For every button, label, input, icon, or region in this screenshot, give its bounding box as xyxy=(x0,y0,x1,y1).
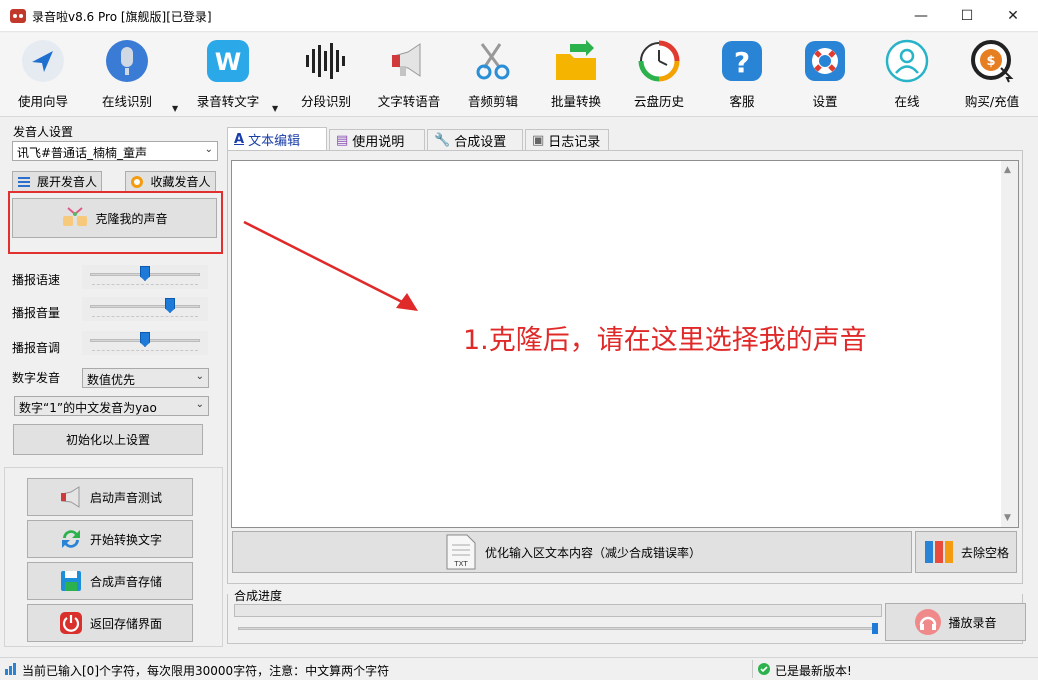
txt-document-icon: TXT xyxy=(446,534,476,570)
title-bar: 录音啦v8.6 Pro [旗舰版][已登录] — ☐ ✕ xyxy=(0,0,1038,32)
wrench-icon: 🔧 xyxy=(434,133,451,148)
character-count-status: 当前已输入[0]个字符，每次限用30000字符，注意：中文算两个字符 xyxy=(22,664,390,678)
digit-pronunciation-label: 数字发音 xyxy=(12,371,61,385)
toolbar-batch-convert-button[interactable]: 批量转换 xyxy=(546,37,606,115)
speaker-select[interactable]: 讯飞#普通话_楠楠_童声 ⌄ xyxy=(12,141,218,161)
return-storage-button[interactable]: 返回存储界面 xyxy=(27,604,193,642)
maximize-button[interactable]: ☐ xyxy=(944,0,990,32)
dollar-coin-icon: $ xyxy=(968,37,1016,85)
toolbar-audio-edit-button[interactable]: 音频剪辑 xyxy=(463,37,523,115)
toolbar-guide-button[interactable]: 使用向导 xyxy=(13,37,73,115)
megaphone-icon xyxy=(385,37,433,85)
chevron-down-icon: ⌄ xyxy=(195,399,204,410)
volume-label: 播报音量 xyxy=(12,306,61,320)
progress-label: 合成进度 xyxy=(234,587,286,604)
slider-thumb[interactable] xyxy=(872,623,878,634)
volume-slider[interactable] xyxy=(82,297,208,321)
binders-icon xyxy=(924,541,953,563)
chevron-down-icon[interactable]: ▼ xyxy=(172,104,178,113)
svg-text:?: ? xyxy=(734,46,750,79)
start-voice-test-button[interactable]: 启动声音测试 xyxy=(27,478,193,516)
annotation-arrow-icon xyxy=(243,220,418,311)
toolbar-cloud-history-button[interactable]: 云盘历史 xyxy=(629,37,689,115)
w-app-icon: W xyxy=(204,37,252,85)
toolbar-recording-to-text-button[interactable]: W 录音转文字 xyxy=(192,37,264,115)
slider-thumb[interactable] xyxy=(140,266,150,281)
start-convert-button[interactable]: 开始转换文字 xyxy=(27,520,193,558)
chevron-down-icon: ⌄ xyxy=(204,144,213,155)
save-audio-button[interactable]: 合成声音存储 xyxy=(27,562,193,600)
headphones-icon xyxy=(915,609,942,635)
favorite-icon xyxy=(131,175,144,188)
scroll-up-icon[interactable]: ▲ xyxy=(1004,165,1011,175)
tab-log[interactable]: ▣ 日志记录 xyxy=(525,129,609,151)
one-pronunciation-select[interactable]: 数字“1”的中文发音为yao ⌄ xyxy=(14,396,209,416)
minimize-button[interactable]: — xyxy=(898,0,944,32)
slider-thumb[interactable] xyxy=(140,332,150,347)
vertical-scrollbar[interactable]: ▲ ▼ xyxy=(1001,161,1018,527)
microphone-icon xyxy=(103,37,151,85)
chevron-down-icon[interactable]: ▼ xyxy=(272,104,278,113)
optimize-text-button[interactable]: TXT 优化输入区文本内容（减少合成错误率） xyxy=(232,531,912,573)
slider-thumb[interactable] xyxy=(165,298,175,313)
svg-text:$: $ xyxy=(986,54,995,69)
scroll-down-icon[interactable]: ▼ xyxy=(1004,513,1011,523)
svg-text:TXT: TXT xyxy=(453,560,468,568)
playback-seek-slider[interactable] xyxy=(234,622,882,638)
toolbar-online-button[interactable]: 在线 xyxy=(877,37,937,115)
cloud-check-icon xyxy=(758,663,770,675)
reset-settings-button[interactable]: 初始化以上设置 xyxy=(13,424,203,455)
speed-label: 播报语速 xyxy=(12,273,61,287)
window-title: 录音啦v8.6 Pro [旗舰版][已登录] xyxy=(32,10,212,24)
megaphone-icon xyxy=(60,486,80,508)
tab-text-edit[interactable]: A 文本编辑 xyxy=(227,127,327,151)
text-a-icon: A xyxy=(234,132,245,147)
close-button[interactable]: ✕ xyxy=(990,0,1036,32)
refresh-icon xyxy=(61,530,80,548)
remove-spaces-button[interactable]: 去除空格 xyxy=(915,531,1017,573)
pitch-slider[interactable] xyxy=(82,331,208,355)
speed-slider[interactable] xyxy=(82,265,208,289)
document-icon: ▤ xyxy=(336,133,349,148)
lifebuoy-icon xyxy=(801,37,849,85)
version-status: 已是最新版本! xyxy=(775,664,852,678)
pitch-label: 播报音调 xyxy=(12,341,61,355)
toolbar-text-to-speech-button[interactable]: 文字转语音 xyxy=(373,37,445,115)
save-disk-icon xyxy=(60,571,81,591)
svg-text:W: W xyxy=(215,48,241,76)
bar-chart-icon xyxy=(5,663,16,675)
tab-instructions[interactable]: ▤ 使用说明 xyxy=(329,129,425,151)
navigation-arrow-icon xyxy=(19,37,67,85)
scissors-icon xyxy=(469,37,517,85)
question-icon: ? xyxy=(718,37,766,85)
power-icon xyxy=(59,612,82,634)
annotation-highlight-box xyxy=(8,191,223,254)
chevron-down-icon: ⌄ xyxy=(195,371,204,382)
tab-synthesis-settings[interactable]: 🔧 合成设置 xyxy=(427,129,523,151)
toolbar-settings-button[interactable]: 设置 xyxy=(795,37,855,115)
favorite-speaker-button[interactable]: 收藏发音人 xyxy=(125,171,216,192)
toolbar-purchase-button[interactable]: $ 购买/充值 xyxy=(956,37,1028,115)
expand-speakers-button[interactable]: 展开发音人 xyxy=(12,171,102,192)
speaker-group-label: 发音人设置 xyxy=(11,123,76,140)
toolbar-support-button[interactable]: ? 客服 xyxy=(712,37,772,115)
toolbar-online-recognition-button[interactable]: 在线识别 xyxy=(97,37,157,115)
folder-arrow-icon xyxy=(552,37,600,85)
toolbar-segment-recognition-button[interactable]: 分段识别 xyxy=(296,37,356,115)
waveform-icon xyxy=(302,37,350,85)
status-bar: 当前已输入[0]个字符，每次限用30000字符，注意：中文算两个字符 已是最新版… xyxy=(0,657,1038,680)
synthesis-progress-bar xyxy=(234,604,882,617)
user-circle-icon xyxy=(883,37,931,85)
list-icon xyxy=(17,176,30,187)
log-icon: ▣ xyxy=(532,133,545,148)
annotation-text: 1.克隆后，请在这里选择我的声音 xyxy=(463,325,867,356)
app-logo-icon xyxy=(10,9,26,23)
play-recording-button[interactable]: 播放录音 xyxy=(885,603,1026,641)
clock-history-icon xyxy=(635,37,683,85)
main-toolbar: 使用向导 在线识别 ▼ W 录音转文字 ▼ 分段识别 文字转语音 音频剪辑 批量… xyxy=(0,33,1038,117)
digit-mode-select[interactable]: 数值优先 ⌄ xyxy=(82,368,209,388)
